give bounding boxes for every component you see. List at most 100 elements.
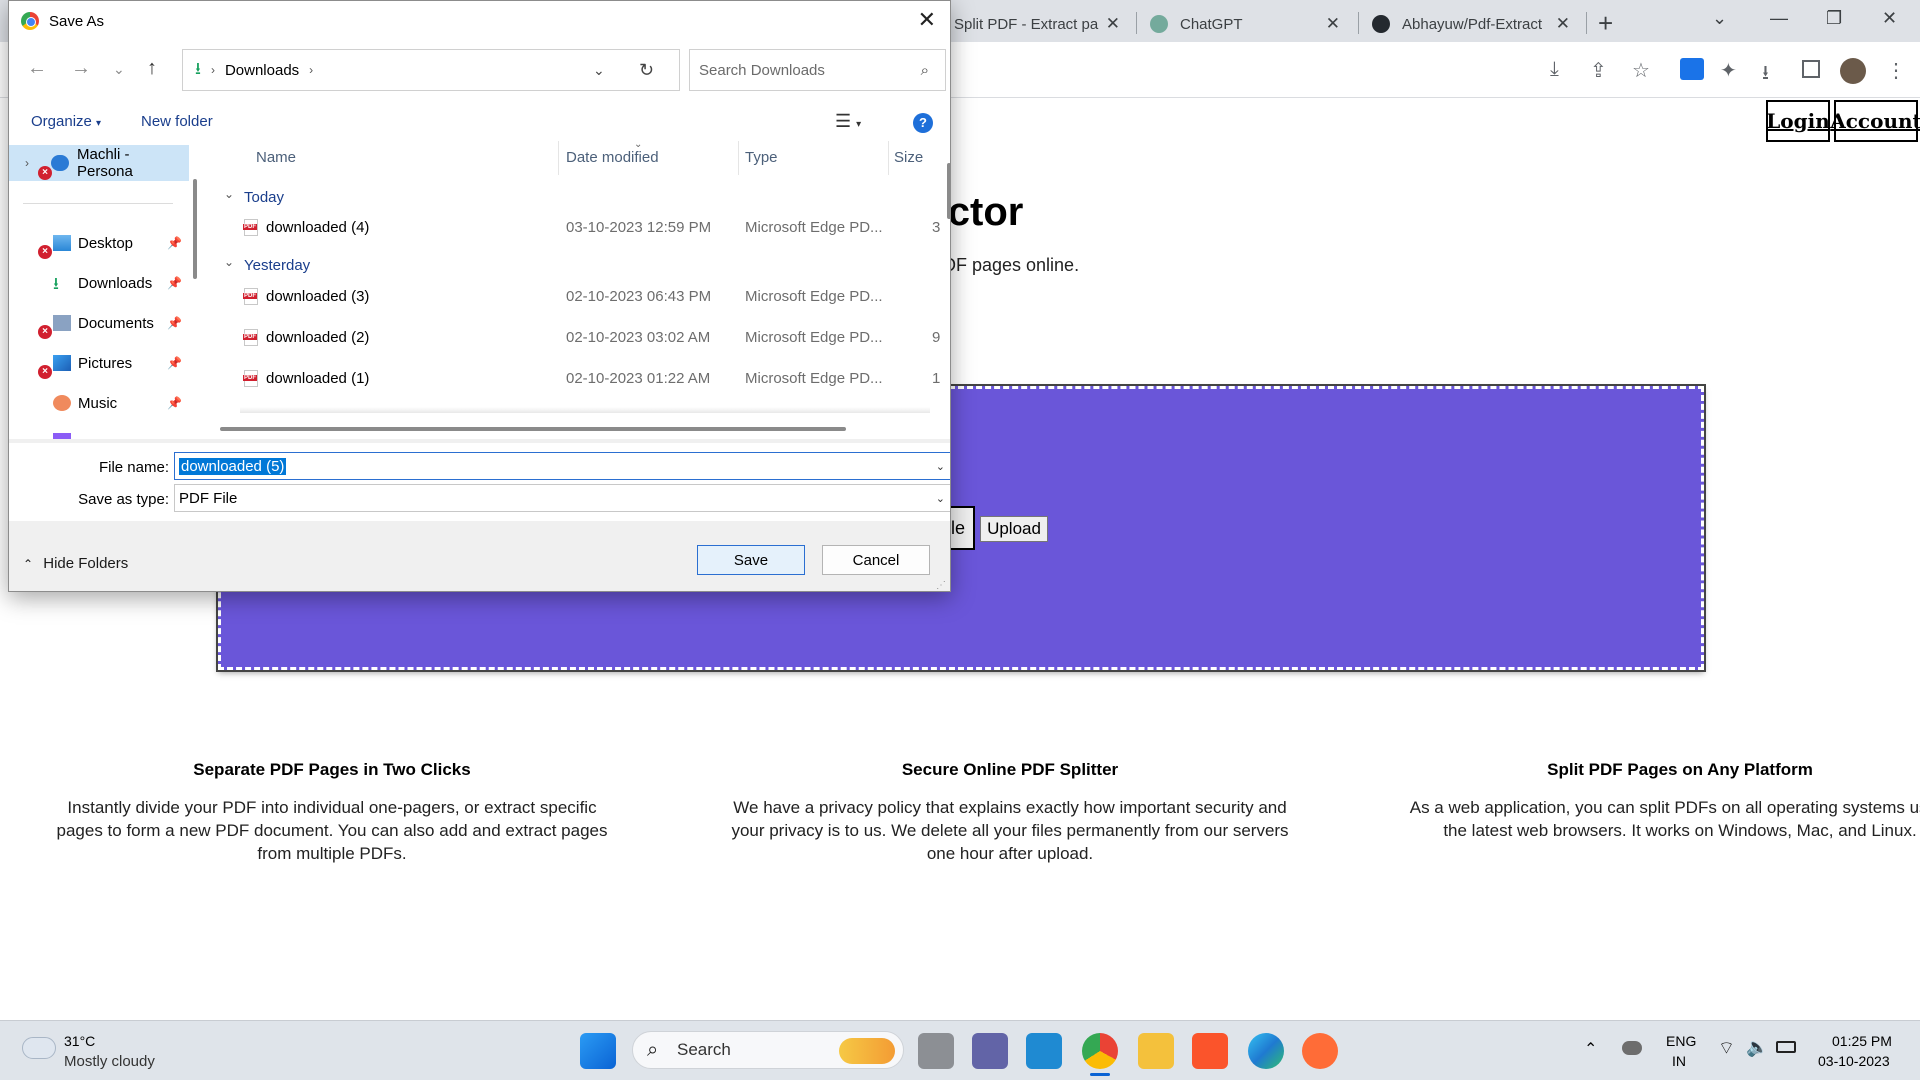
file-row[interactable]: downloaded (4) 03-10-2023 12:59 PM Micro…	[204, 211, 944, 245]
nav-pane-scrollbar[interactable]	[193, 179, 197, 279]
battery-icon[interactable]	[1776, 1041, 1796, 1053]
taskbar: 31°C Mostly cloudy ⌕ Search ⌃ ENG IN ⌔ 🔈…	[0, 1020, 1920, 1080]
show-hidden-icons-chevron[interactable]: ⌃	[1584, 1039, 1597, 1059]
language-secondary[interactable]: IN	[1672, 1053, 1686, 1069]
bookmark-star-icon[interactable]: ☆	[1632, 58, 1650, 83]
dialog-title: Save As	[49, 12, 105, 30]
save-type-value: PDF File	[179, 489, 238, 507]
new-tab-icon[interactable]: +	[1598, 8, 1613, 39]
pdf-file-icon	[243, 370, 258, 387]
file-row[interactable]: downloaded (2) 02-10-2023 03:02 AM Micro…	[204, 321, 944, 355]
chrome-icon[interactable]	[1082, 1033, 1118, 1069]
nav-item-pictures[interactable]: × Pictures 📌	[9, 345, 189, 381]
tab-chatgpt[interactable]: ChatGPT ✕	[1150, 6, 1350, 42]
file-name-input[interactable]: downloaded (5) ⌄	[174, 452, 950, 480]
browser-menu-icon[interactable]: ⋮	[1886, 58, 1906, 83]
extensions-puzzle-icon[interactable]: ✦	[1720, 58, 1737, 83]
horizontal-scrollbar[interactable]	[220, 427, 846, 431]
help-icon[interactable]: ?	[913, 113, 933, 133]
tab-github[interactable]: Abhayuw/Pdf-Extract ✕	[1372, 6, 1580, 42]
refresh-icon[interactable]: ↻	[639, 60, 654, 81]
clock-time[interactable]: 01:25 PM	[1832, 1033, 1892, 1049]
hide-folders-toggle[interactable]: ⌃ Hide Folders	[23, 555, 128, 572]
view-options-icon[interactable]: ☰ ▾	[835, 111, 861, 132]
column-header-size[interactable]: Size	[894, 149, 923, 166]
file-row[interactable]: downloaded (3) 02-10-2023 06:43 PM Micro…	[204, 280, 944, 314]
share-icon[interactable]: ⇪	[1590, 58, 1607, 83]
install-app-icon[interactable]: ⤓	[1550, 58, 1559, 81]
edge-icon[interactable]	[1248, 1033, 1284, 1069]
wifi-icon[interactable]: ⌔	[1718, 1037, 1735, 1060]
organize-button[interactable]: Organize ▾	[31, 113, 101, 130]
weather-desc[interactable]: Mostly cloudy	[64, 1053, 155, 1070]
up-arrow-icon[interactable]: ↑	[147, 57, 157, 80]
chevron-down-icon[interactable]: ⌄	[936, 460, 945, 473]
teams-chat-icon[interactable]	[972, 1033, 1008, 1069]
volume-icon[interactable]: 🔈	[1746, 1037, 1768, 1058]
nav-divider	[23, 203, 173, 204]
extension-app-icon[interactable]	[1680, 58, 1704, 80]
window-close-icon[interactable]: ✕	[1882, 8, 1897, 29]
account-link[interactable]: Account	[1830, 100, 1920, 142]
group-collapse-icon[interactable]: ⌄	[224, 255, 234, 269]
column-header-date[interactable]: Date modified	[566, 149, 659, 166]
forward-arrow-icon[interactable]: →	[71, 57, 91, 80]
tab-close-icon[interactable]: ✕	[1106, 14, 1120, 34]
nav-item-downloads[interactable]: ⭳ Downloads 📌	[9, 265, 189, 301]
search-downloads-input[interactable]: Search Downloads ⌕	[689, 49, 946, 91]
file-row[interactable]: downloaded (1) 02-10-2023 01:22 AM Micro…	[204, 362, 944, 396]
column-header-name[interactable]: Name	[256, 149, 296, 166]
nav-item-onedrive[interactable]: › × Machli - Persona	[9, 145, 189, 181]
address-dropdown-icon[interactable]: ⌄	[593, 62, 605, 79]
tab-close-icon[interactable]: ✕	[1326, 14, 1340, 34]
tab-split-pdf[interactable]: Split PDF - Extract pa ✕	[940, 6, 1130, 42]
column-divider	[738, 141, 739, 175]
downloads-icon[interactable]: ⭳	[1762, 58, 1769, 92]
desktop-icon	[53, 235, 71, 251]
save-as-dialog: Save As ✕ ← → ⌄ ↑ ⭳ › Downloads › ⌄ ↻ Se…	[8, 0, 951, 592]
login-link[interactable]: Login	[1766, 100, 1830, 142]
breadcrumb-downloads[interactable]: Downloads	[225, 62, 299, 79]
resize-grip-icon[interactable]: ⋰	[936, 580, 946, 591]
task-view-icon[interactable]	[918, 1033, 954, 1069]
side-panel-icon[interactable]	[1802, 60, 1820, 78]
onedrive-error-icon[interactable]	[1622, 1041, 1642, 1055]
save-type-select[interactable]: PDF File ⌄	[174, 484, 950, 512]
tab-close-icon[interactable]: ✕	[1556, 14, 1570, 34]
maximize-icon[interactable]: ❐	[1826, 8, 1842, 29]
back-arrow-icon[interactable]: ←	[27, 57, 47, 80]
address-bar[interactable]: ⭳ › Downloads › ⌄ ↻	[182, 49, 680, 91]
recent-locations-chevron-icon[interactable]: ⌄	[113, 61, 125, 78]
taskbar-search[interactable]: ⌕ Search	[632, 1031, 904, 1069]
chrome-logo-icon	[21, 12, 39, 30]
brave-icon[interactable]	[1192, 1033, 1228, 1069]
nav-item-documents[interactable]: × Documents 📌	[9, 305, 189, 341]
upload-button[interactable]: Upload	[980, 516, 1048, 542]
group-today[interactable]: Today	[244, 189, 284, 206]
file-explorer-icon[interactable]	[1138, 1033, 1174, 1069]
group-collapse-icon[interactable]: ⌄	[224, 187, 234, 201]
feature-title: Separate PDF Pages in Two Clicks	[193, 760, 471, 779]
vscode-icon[interactable]	[1026, 1033, 1062, 1069]
tab-title: Abhayuw/Pdf-Extract	[1402, 15, 1543, 33]
nav-item-music[interactable]: Music 📌	[9, 385, 189, 421]
clock-date[interactable]: 03-10-2023	[1818, 1053, 1890, 1069]
chevron-down-icon: ▾	[96, 118, 102, 129]
windows-start-icon[interactable]	[580, 1033, 616, 1069]
dialog-close-icon[interactable]: ✕	[918, 7, 936, 33]
save-button[interactable]: Save	[697, 545, 805, 575]
tab-search-chevron-icon[interactable]: ⌄	[1712, 8, 1727, 29]
postman-icon[interactable]	[1302, 1033, 1338, 1069]
column-header-type[interactable]: Type	[745, 149, 778, 166]
new-folder-button[interactable]: New folder	[141, 113, 213, 130]
profile-avatar[interactable]	[1840, 58, 1866, 84]
group-yesterday[interactable]: Yesterday	[244, 257, 310, 274]
weather-cloud-icon[interactable]	[22, 1037, 56, 1059]
cancel-button[interactable]: Cancel	[822, 545, 930, 575]
nav-item-desktop[interactable]: × Desktop 📌	[9, 225, 189, 261]
minimize-icon[interactable]: —	[1770, 8, 1788, 29]
vertical-scrollbar[interactable]	[947, 163, 950, 219]
language-primary[interactable]: ENG	[1666, 1033, 1696, 1049]
file-list-bottom-edge	[9, 439, 950, 443]
weather-temp[interactable]: 31°C	[64, 1033, 95, 1049]
